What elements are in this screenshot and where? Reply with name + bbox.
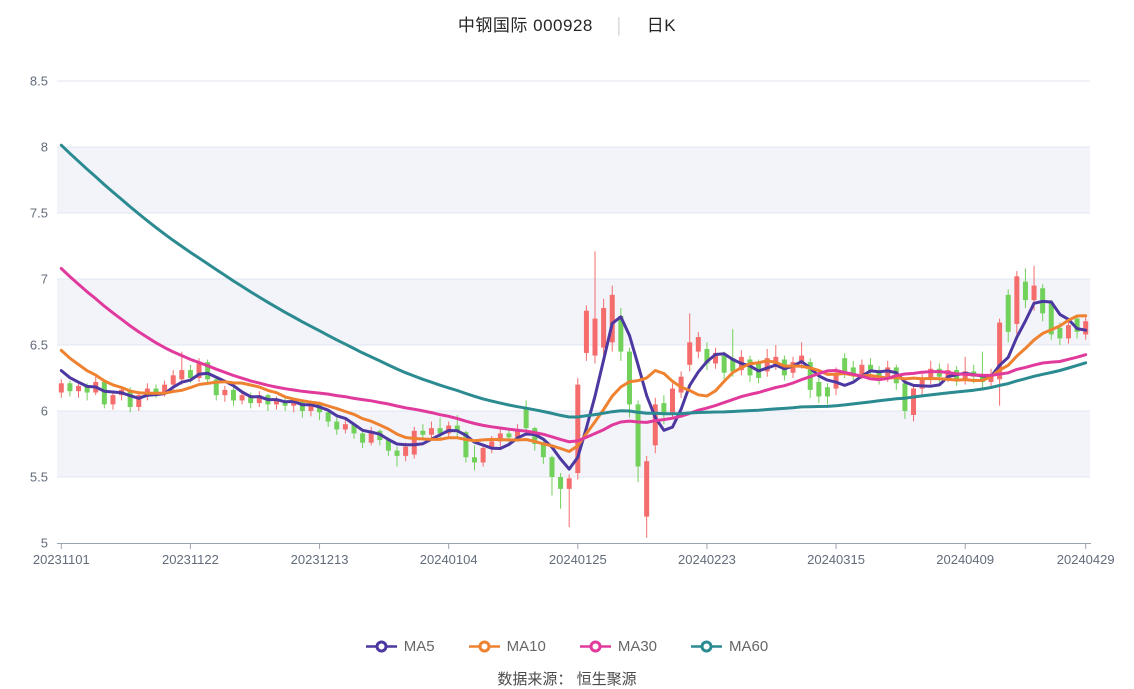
- candle-body-down: [334, 421, 340, 430]
- candle-body-up: [428, 428, 434, 435]
- candle-body-down: [1022, 281, 1028, 301]
- candle-body-up: [1065, 325, 1071, 339]
- ma10-legend-marker: [468, 640, 500, 653]
- candle-body-down: [101, 381, 107, 405]
- y-axis-label: 6.5: [30, 338, 48, 353]
- candle-body-down: [626, 351, 632, 405]
- candle-body-down: [67, 383, 73, 392]
- y-axis-label: 5.5: [30, 470, 48, 485]
- ma30-legend-marker: [579, 640, 611, 653]
- candle-body-up: [1083, 321, 1089, 335]
- candle-body-down: [721, 355, 727, 373]
- candle-body-up: [592, 318, 598, 356]
- x-axis-label: 20240409: [936, 552, 994, 567]
- candle-body-up: [239, 395, 245, 401]
- candle-body-up: [695, 337, 701, 352]
- x-axis-label: 20231122: [162, 552, 219, 567]
- candle-body-down: [506, 433, 512, 438]
- candle-body-down: [325, 412, 331, 422]
- legend-item-ma5[interactable]: MA5: [365, 638, 435, 655]
- candle-body-down: [816, 381, 822, 397]
- candle-body-down: [523, 408, 529, 429]
- candle-body-up: [566, 478, 572, 489]
- candle-body-down: [558, 477, 564, 489]
- candle-body-up: [110, 395, 116, 405]
- candle-body-up: [911, 388, 917, 415]
- candle-body-up: [403, 446, 409, 456]
- legend-item-ma30[interactable]: MA30: [579, 638, 658, 655]
- candle-body-down: [360, 433, 366, 443]
- candle-body-down: [472, 457, 478, 463]
- candle-body-down: [1057, 327, 1063, 339]
- candle-body-down: [420, 430, 426, 435]
- x-axis-label: 20240125: [549, 552, 607, 567]
- candle-body-up: [170, 375, 176, 385]
- candle-body-up: [583, 310, 589, 353]
- legend-item-ma10[interactable]: MA10: [468, 638, 546, 655]
- candle-body-up: [1014, 276, 1020, 324]
- candle-body-up: [179, 370, 185, 380]
- candle-body-down: [842, 358, 848, 372]
- legend: MA5 MA10 MA30 MA60: [0, 638, 1134, 655]
- legend-label: MA60: [729, 638, 769, 655]
- y-axis-label: 7: [41, 272, 48, 287]
- y-axis-label: 6: [41, 404, 48, 419]
- candle-body-down: [549, 457, 555, 477]
- candle-body-up: [222, 389, 228, 396]
- candle-body-up: [601, 308, 607, 348]
- candle-body-up: [480, 447, 486, 463]
- kline-chart: 8.5 8 7.5 7 6.5 6 5.5 520231101 20231122 20231213…: [30, 74, 1115, 568]
- candle-body-down: [187, 370, 193, 378]
- y-axis-label: 8.5: [30, 74, 48, 89]
- kline-app: 中钢国际 000928 │ 日K 8.5 8 7.5 7 6.5 6 5.5 5 20231101 2…: [0, 0, 1134, 689]
- y-axis-label: 5: [41, 536, 48, 551]
- candle-body-up: [342, 424, 348, 430]
- legend-label: MA30: [617, 638, 658, 655]
- data-source: 数据来源： 恒生聚源: [497, 671, 637, 688]
- x-axis-label: 20231213: [291, 552, 349, 567]
- x-axis-label: 20240223: [678, 552, 736, 567]
- x-axis-label: 20240104: [420, 552, 478, 567]
- x-axis-label: 20231101: [33, 552, 90, 567]
- candle-body-up: [411, 430, 417, 455]
- legend-item-ma60[interactable]: MA60: [691, 638, 768, 655]
- candle-body-up: [76, 385, 82, 392]
- candle-body-up: [859, 364, 865, 375]
- y-axis-label: 7.5: [30, 206, 48, 221]
- legend-label: MA5: [403, 638, 435, 655]
- candle-body-up: [58, 383, 64, 393]
- candle-body-up: [1031, 285, 1037, 301]
- candle-body-down: [230, 389, 236, 401]
- legend-label: MA10: [506, 638, 546, 655]
- candle-body-down: [394, 450, 400, 456]
- ma60-legend-marker: [691, 640, 723, 653]
- y-axis-label: 8: [41, 140, 48, 155]
- ma5-legend-marker: [365, 640, 397, 653]
- x-axis-label: 20240315: [807, 552, 865, 567]
- candle-body-down: [824, 387, 830, 397]
- x-axis-label: 20240429: [1057, 552, 1115, 567]
- candle-body-up: [644, 461, 650, 517]
- candle-body-up: [669, 388, 675, 413]
- candle-body-down: [1005, 294, 1011, 332]
- candle-body-up: [687, 342, 693, 365]
- candle-body-down: [540, 444, 546, 458]
